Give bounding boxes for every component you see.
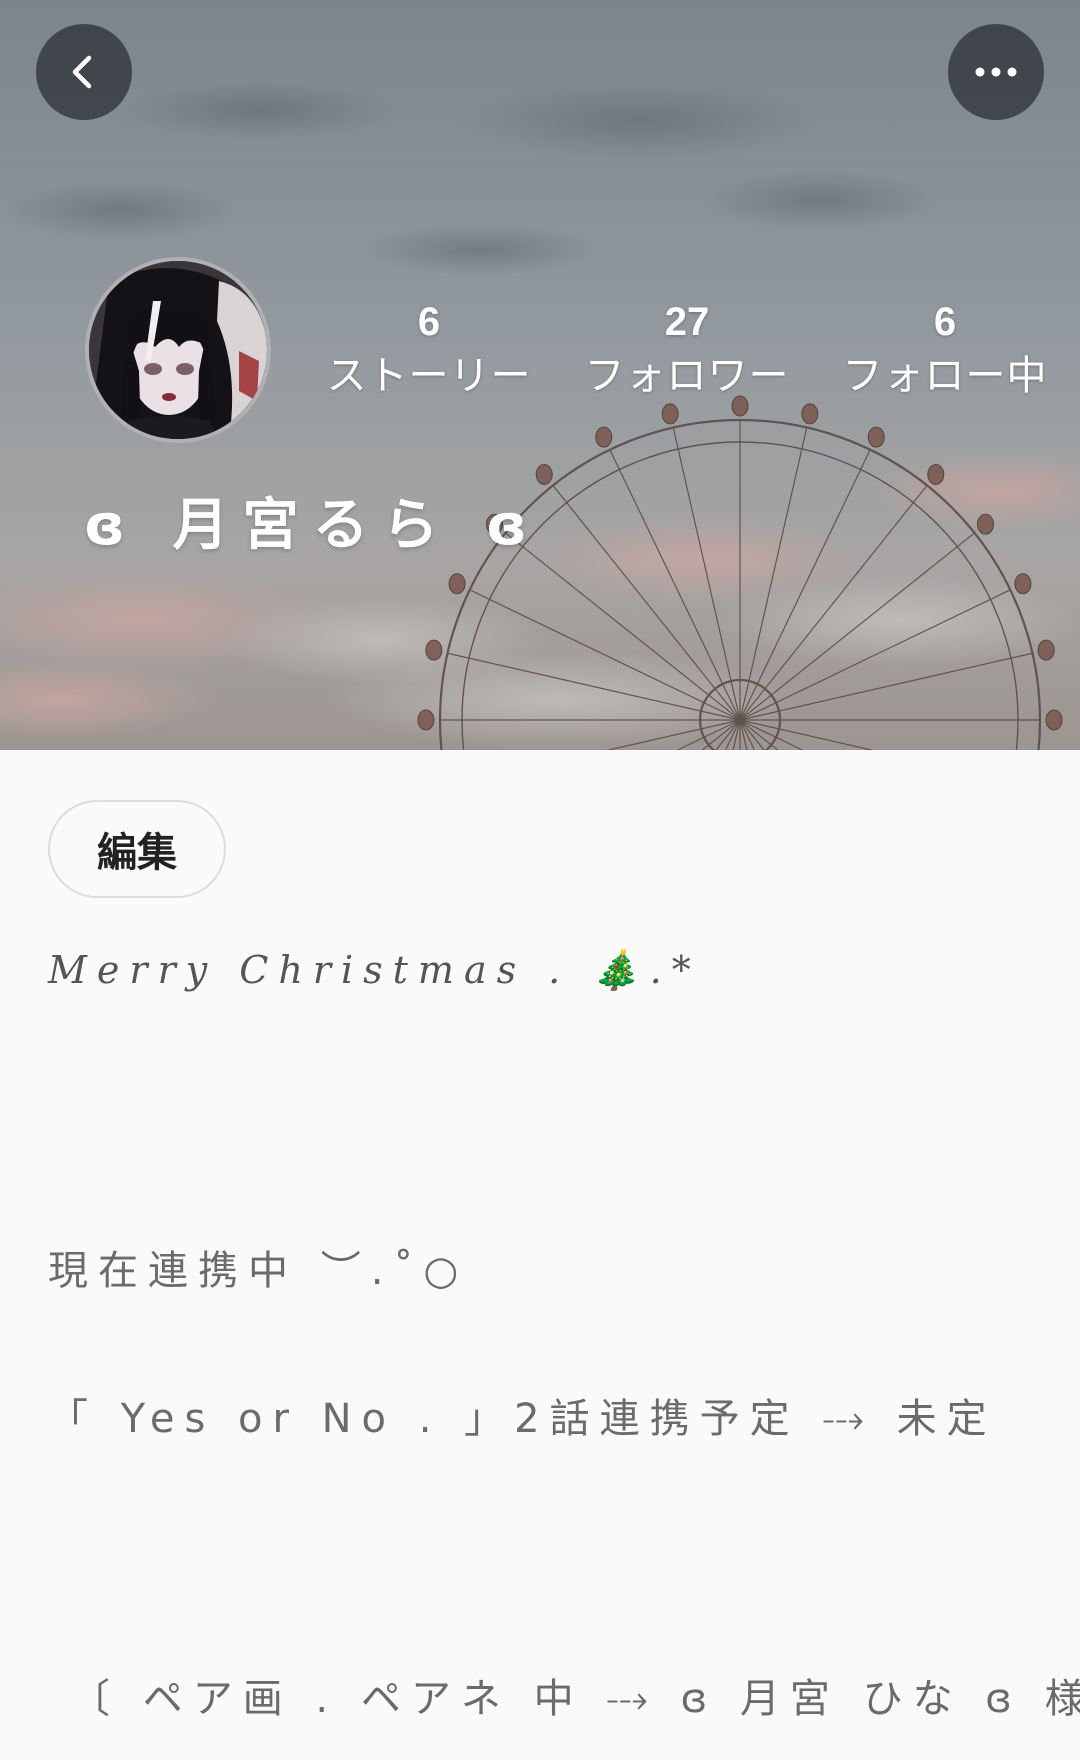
stories-label: ストーリー <box>326 353 532 399</box>
avatar[interactable] <box>85 257 271 443</box>
following-label: フォロー中 <box>842 353 1048 399</box>
following-count: 6 <box>933 300 957 344</box>
cover-image: 6 ストーリー 27 フォロワー 6 フォロー中 ɞ 月宮るら ɞ <box>0 0 1080 750</box>
bio-line-1: 𝑀𝑒𝑟𝑟𝑦 𝐶ℎ𝑟𝑖𝑠𝑡𝑚𝑎𝑠 . 🎄.* <box>48 948 701 992</box>
stories-count: 6 <box>417 300 441 344</box>
stat-followers[interactable]: 27 フォロワー <box>567 296 807 404</box>
more-horizontal-icon <box>975 67 1017 77</box>
edit-profile-button[interactable]: 編集 <box>48 800 226 898</box>
bio-line-3: 「 Yes or No . 」2話連携予定 ⤏ 未定 <box>48 1396 997 1442</box>
chevron-left-icon <box>72 55 92 89</box>
back-button[interactable] <box>36 24 132 120</box>
bio-line-2: 現在連携中 ︶.˚○ <box>48 1248 469 1294</box>
stat-following[interactable]: 6 フォロー中 <box>825 296 1065 404</box>
profile-page: 6 ストーリー 27 フォロワー 6 フォロー中 ɞ 月宮るら ɞ 編集 𝑀𝑒𝑟… <box>0 0 1080 1760</box>
followers-count: 27 <box>664 300 710 344</box>
more-options-button[interactable] <box>948 24 1044 120</box>
username: ɞ 月宮るら ɞ <box>84 493 541 558</box>
bio-line-4: 〔 ペア画 . ペアネ 中 ⤏ ɞ 月宮 ひな ɞ 様 〕 <box>70 1676 1080 1722</box>
followers-label: フォロワー <box>584 353 790 399</box>
avatar-image <box>89 261 267 439</box>
stat-stories[interactable]: 6 ストーリー <box>309 296 549 404</box>
